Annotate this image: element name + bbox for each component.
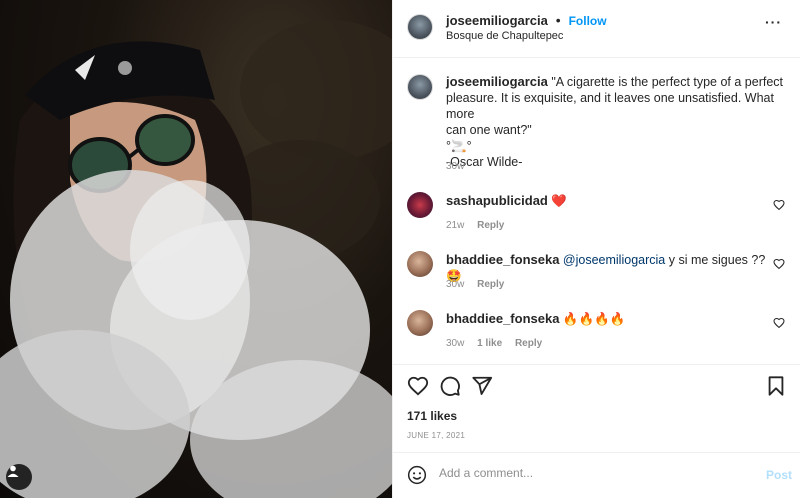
reply-button[interactable]: Reply bbox=[477, 220, 504, 231]
like-comment-icon[interactable] bbox=[773, 317, 785, 329]
comment-likes[interactable]: 1 like bbox=[477, 338, 502, 349]
author-username[interactable]: joseemiliogarcia bbox=[446, 13, 548, 28]
comment-mention[interactable]: @joseemiliogarcia bbox=[563, 253, 665, 267]
comment-author[interactable]: bhaddiee_fonseka bbox=[446, 311, 559, 326]
caption-line: can one want?" bbox=[446, 123, 532, 137]
share-icon[interactable] bbox=[471, 375, 493, 397]
add-comment-bar: Post bbox=[393, 452, 800, 498]
comment-meta: 30w Reply bbox=[446, 279, 504, 290]
avatar[interactable] bbox=[407, 310, 433, 336]
comment-timestamp[interactable]: 21w bbox=[446, 220, 464, 231]
post-image-illustration bbox=[0, 20, 392, 498]
comments-list: joseemiliogarcia "A cigarette is the per… bbox=[393, 58, 800, 364]
comment-author[interactable]: sashapublicidad bbox=[446, 193, 548, 208]
avatar[interactable] bbox=[407, 251, 433, 277]
post-photo[interactable] bbox=[0, 0, 392, 498]
caption-timestamp[interactable]: 30w bbox=[446, 161, 464, 172]
bookmark-icon[interactable] bbox=[765, 375, 787, 397]
comment-timestamp[interactable]: 30w bbox=[446, 279, 464, 290]
follow-button[interactable]: Follow bbox=[569, 14, 607, 28]
tagged-users-button[interactable] bbox=[6, 464, 32, 490]
comment-meta: 21w Reply bbox=[446, 220, 504, 231]
post-comment-button[interactable]: Post bbox=[766, 468, 792, 482]
caption-line: -Oscar Wilde- bbox=[446, 155, 523, 169]
avatar[interactable] bbox=[407, 192, 433, 218]
post-date[interactable]: JUNE 17, 2021 bbox=[407, 431, 465, 440]
caption: joseemiliogarcia "A cigarette is the per… bbox=[446, 74, 786, 170]
avatar[interactable] bbox=[407, 74, 433, 100]
caption-line: pleasure. It is exquisite, and it leaves… bbox=[446, 91, 774, 121]
comment-timestamp[interactable]: 30w bbox=[446, 338, 464, 349]
like-comment-icon[interactable] bbox=[773, 199, 785, 211]
more-options-icon[interactable]: ··· bbox=[765, 14, 782, 30]
comment-author[interactable]: bhaddiee_fonseka bbox=[446, 252, 559, 267]
emoji-icon[interactable] bbox=[407, 465, 427, 485]
user-icon bbox=[7, 465, 19, 477]
reply-button[interactable]: Reply bbox=[477, 279, 504, 290]
caption-line: °🚬° bbox=[446, 139, 472, 153]
post-details-panel: joseemiliogarcia • Follow Bosque de Chap… bbox=[392, 0, 800, 498]
post-location[interactable]: Bosque de Chapultepec bbox=[446, 30, 563, 42]
comment-text: sashapublicidad ❤️ bbox=[446, 193, 567, 209]
avatar[interactable] bbox=[407, 14, 433, 40]
separator-dot: • bbox=[555, 12, 561, 28]
caption-author[interactable]: joseemiliogarcia bbox=[446, 74, 548, 89]
caption-line: "A cigarette is the perfect type of a pe… bbox=[551, 75, 784, 89]
post-header: joseemiliogarcia • Follow Bosque de Chap… bbox=[393, 0, 800, 58]
comment-body: ❤️ bbox=[551, 194, 567, 208]
comment-input[interactable] bbox=[439, 466, 739, 480]
comment-icon[interactable] bbox=[439, 375, 461, 397]
comment-text: bhaddiee_fonseka 🔥🔥🔥🔥 bbox=[446, 311, 625, 327]
reply-button[interactable]: Reply bbox=[515, 338, 542, 349]
comment-meta: 30w 1 like Reply bbox=[446, 338, 542, 349]
post-actions: 171 likes JUNE 17, 2021 bbox=[393, 364, 800, 452]
heart-icon[interactable] bbox=[407, 375, 429, 397]
likes-count[interactable]: 171 likes bbox=[407, 409, 457, 423]
like-comment-icon[interactable] bbox=[773, 258, 785, 270]
comment-body: 🔥🔥🔥🔥 bbox=[562, 312, 626, 326]
